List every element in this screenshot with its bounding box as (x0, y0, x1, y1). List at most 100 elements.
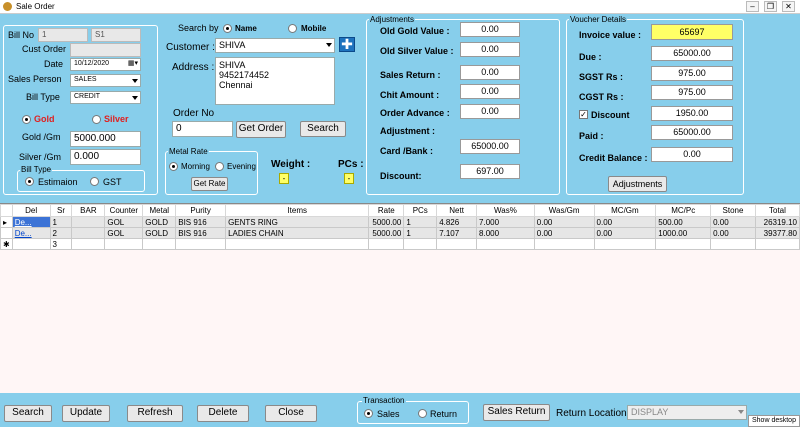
refresh-button[interactable]: Refresh (127, 405, 183, 422)
get-order-button[interactable]: Get Order (236, 121, 286, 138)
gold-rate-field[interactable]: 5000.000 (70, 131, 141, 147)
table-cell[interactable] (71, 238, 106, 250)
column-header[interactable]: Del (11, 204, 51, 217)
column-header[interactable]: BAR (71, 204, 106, 217)
table-cell[interactable]: 3 (49, 238, 73, 250)
column-header[interactable]: Nett (436, 204, 478, 217)
search-by-mobile-radio[interactable] (288, 24, 297, 33)
table-cell: 0.00 (593, 216, 657, 228)
column-header[interactable]: Counter (104, 204, 144, 217)
old-silver-field[interactable]: 0.00 (460, 42, 520, 57)
cgst-label: CGST Rs : (579, 92, 624, 102)
table-cell[interactable] (403, 238, 438, 250)
discount-field[interactable]: 697.00 (460, 164, 520, 179)
column-header[interactable]: PCs (403, 204, 438, 217)
return-location-select[interactable]: DISPLAY (627, 405, 747, 420)
gst-radio[interactable] (90, 177, 99, 186)
address-textarea[interactable]: SHIVA 9452174452 Chennai (215, 57, 335, 105)
sales-return-label: Sales Return : (380, 70, 441, 80)
silver-rate-field[interactable]: 0.000 (70, 149, 141, 165)
table-row[interactable]: ▸ De... 1 GOL GOLD BIS 916 GENTS RING 50… (0, 216, 800, 228)
table-cell[interactable] (225, 238, 370, 250)
table-cell: GOLD (142, 216, 177, 228)
current-row-indicator-icon: ▸ (0, 216, 13, 228)
restore-button[interactable]: ❐ (764, 1, 777, 12)
bill-type-select[interactable]: CREDIT (70, 91, 141, 104)
close-window-button[interactable]: ✕ (782, 1, 795, 12)
card-bank-field[interactable]: 65000.00 (460, 139, 520, 154)
column-header[interactable]: Purity (175, 204, 227, 217)
column-header[interactable]: MC/Pc (655, 204, 712, 217)
column-header[interactable]: Items (225, 204, 370, 217)
get-rate-button[interactable]: Get Rate (191, 177, 228, 191)
table-cell[interactable] (476, 238, 535, 250)
customer-select[interactable]: SHIVA (215, 38, 335, 53)
old-gold-field[interactable]: 0.00 (460, 22, 520, 37)
sales-person-select[interactable]: SALES (70, 74, 141, 87)
column-header[interactable]: Rate (368, 204, 405, 217)
sales-return-field[interactable]: 0.00 (460, 65, 520, 80)
order-no-field[interactable]: 0 (172, 121, 233, 137)
table-cell[interactable] (593, 238, 657, 250)
estimation-radio[interactable] (25, 177, 34, 186)
calendar-icon[interactable]: ▦▾ (128, 59, 138, 67)
address-label: Address : (172, 62, 215, 73)
sales-radio[interactable] (364, 409, 373, 418)
table-cell[interactable] (710, 238, 756, 250)
add-customer-icon[interactable]: ✚ (339, 37, 355, 52)
delete-link-text: De... (14, 217, 32, 227)
minimize-button[interactable]: – (746, 1, 759, 12)
gold-radio[interactable] (22, 115, 31, 124)
table-cell[interactable] (533, 238, 595, 250)
table-cell[interactable] (655, 238, 712, 250)
table-cell: 7.107 (436, 227, 478, 239)
table-cell: 5000.00 (368, 216, 405, 228)
delete-row-link[interactable]: De... (11, 227, 51, 239)
adjustments-button[interactable]: Adjustments (608, 176, 667, 192)
return-radio[interactable] (418, 409, 427, 418)
table-cell[interactable] (11, 238, 51, 250)
evening-radio[interactable] (215, 162, 224, 171)
evening-label: Evening (227, 162, 256, 171)
table-cell[interactable] (175, 238, 227, 250)
order-advance-field[interactable]: 0.00 (460, 104, 520, 119)
new-row[interactable]: ✱ 3 (0, 238, 800, 250)
pcs-label: PCs : (338, 159, 364, 170)
search-customer-button[interactable]: Search (300, 121, 346, 137)
column-header[interactable]: Total (754, 204, 800, 217)
table-cell[interactable] (104, 238, 144, 250)
morning-radio[interactable] (169, 162, 178, 171)
silver-radio[interactable] (92, 115, 101, 124)
column-header[interactable]: Was% (476, 204, 535, 217)
series-field[interactable]: S1 (91, 28, 141, 42)
column-header[interactable]: Was/Gm (533, 204, 595, 217)
table-cell: 1 (49, 216, 73, 228)
column-header[interactable]: MC/Gm (593, 204, 657, 217)
date-picker[interactable]: 10/12/2020 ▦▾ (70, 58, 141, 71)
table-cell[interactable] (754, 238, 800, 250)
return-location-label: Return Location : (556, 408, 633, 419)
show-desktop-tooltip[interactable]: Show desktop (748, 415, 800, 427)
search-by-name-radio[interactable] (223, 24, 232, 33)
column-header[interactable]: Stone (710, 204, 756, 217)
update-button[interactable]: Update (62, 405, 110, 422)
table-row[interactable]: De... 2 GOL GOLD BIS 916 LADIES CHAIN 50… (0, 227, 800, 239)
app-icon (3, 2, 12, 11)
search-button[interactable]: Search (4, 405, 52, 422)
gold-label: Gold (34, 114, 55, 124)
table-cell[interactable] (436, 238, 478, 250)
discount-checkbox[interactable]: ✓ (579, 110, 588, 119)
sales-return-button[interactable]: Sales Return (483, 404, 550, 421)
gst-label: GST (103, 177, 122, 187)
cust-order-field[interactable] (70, 43, 141, 57)
delete-button[interactable]: Delete (197, 405, 249, 422)
return-radio-label: Return (430, 409, 458, 419)
table-cell[interactable] (368, 238, 405, 250)
table-cell[interactable] (142, 238, 177, 250)
bill-no-field[interactable]: 1 (38, 28, 88, 42)
column-header[interactable]: Metal (142, 204, 177, 217)
delete-row-link[interactable]: De... (11, 216, 51, 228)
column-header[interactable]: Sr (49, 204, 73, 217)
close-button[interactable]: Close (265, 405, 317, 422)
chit-amount-field[interactable]: 0.00 (460, 84, 520, 99)
